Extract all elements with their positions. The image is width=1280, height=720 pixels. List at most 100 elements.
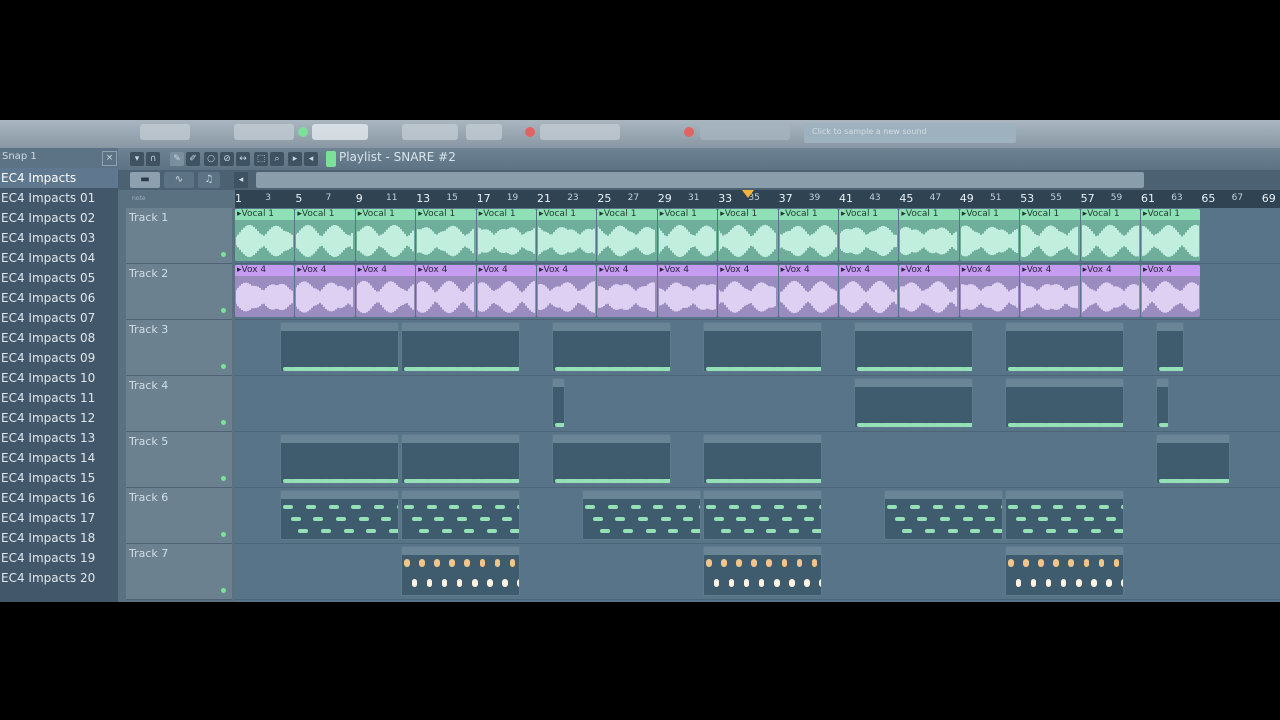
browser-item[interactable]: EC4 Impacts 12 (0, 408, 118, 428)
audio-clip[interactable]: ▸Vocal 1 (657, 209, 718, 261)
pattern-clip[interactable] (401, 434, 520, 484)
track-header[interactable]: Track 2 (126, 264, 232, 320)
audio-clip[interactable]: ▸Vox 4 (657, 265, 718, 317)
audio-clip[interactable]: ▸Vocal 1 (1141, 209, 1201, 261)
pattern-mode-button[interactable]: ▬ (130, 172, 160, 188)
pattern-clip[interactable] (1156, 434, 1230, 484)
audio-clip[interactable]: ▸Vox 4 (537, 265, 597, 317)
browser-item[interactable]: EC4 Impacts 18 (0, 528, 118, 548)
magnet-icon[interactable]: ∩ (146, 152, 160, 166)
track-row[interactable]: ▸Vocal 1 ▸Vocal 1 ▸Vocal 1 ▸Vocal 1 ▸Vocal 1… (235, 208, 1280, 264)
transport-panel[interactable] (234, 124, 294, 140)
song-mode-button[interactable] (466, 124, 502, 140)
pattern-clip[interactable] (401, 322, 520, 372)
browser-item[interactable]: EC4 Impacts 07 (0, 308, 118, 328)
audio-clip[interactable]: ▸Vocal 1 (959, 209, 1020, 261)
pattern-clip[interactable] (884, 490, 1004, 540)
pattern-clip[interactable] (582, 490, 702, 540)
pencil-icon[interactable]: ✎ (170, 152, 184, 166)
pattern-clip[interactable] (703, 546, 822, 596)
track-active-icon[interactable] (221, 308, 226, 313)
track-header[interactable]: Track 7 (126, 544, 232, 600)
speaker-icon[interactable]: ◂ (304, 152, 318, 166)
track-header[interactable]: Track 1 (126, 208, 232, 264)
track-header[interactable]: Track 3 (126, 320, 232, 376)
audio-clip[interactable]: ▸Vocal 1 (537, 209, 597, 261)
playhead-marker-icon[interactable] (742, 190, 755, 198)
browser-item[interactable]: EC4 Impacts 05 (0, 268, 118, 288)
browser-item[interactable]: EC4 Impacts 06 (0, 288, 118, 308)
tempo-display[interactable] (312, 124, 368, 140)
audio-clip[interactable]: ▸Vox 4 (295, 265, 355, 317)
track-row[interactable] (235, 432, 1280, 488)
track-active-icon[interactable] (221, 588, 226, 593)
select-icon[interactable]: ⬚ (254, 152, 268, 166)
audio-clip[interactable]: ▸Vocal 1 (476, 209, 536, 261)
audio-clip[interactable]: ▸Vox 4 (355, 265, 416, 317)
pattern-clip[interactable] (280, 434, 400, 484)
browser-item[interactable]: EC4 Impacts 03 (0, 228, 118, 248)
browser-item[interactable]: EC4 Impacts 20 (0, 568, 118, 588)
audio-clip[interactable]: ▸Vocal 1 (899, 209, 959, 261)
browser-item[interactable]: EC4 Impacts 15 (0, 468, 118, 488)
audio-clip[interactable]: ▸Vocal 1 (778, 209, 838, 261)
track-selector[interactable] (140, 124, 190, 140)
browser-item[interactable]: EC4 Impacts 16 (0, 488, 118, 508)
pattern-clip[interactable] (703, 322, 822, 372)
audio-mode-button[interactable]: ♫ (198, 172, 220, 188)
pattern-clip[interactable] (1156, 322, 1185, 372)
audio-clip[interactable]: ▸Vox 4 (235, 265, 295, 317)
pattern-clip[interactable] (1156, 378, 1170, 428)
browser-item[interactable]: EC4 Impacts 02 (0, 208, 118, 228)
audio-clip[interactable]: ▸Vox 4 (1020, 265, 1080, 317)
time-ruler[interactable]: 1 3 5 7 9 11 13 15 17 19 21 23 25 27 29 31 33 35 37 39 41 43 4… (235, 190, 1280, 208)
pattern-clip[interactable] (1005, 378, 1124, 428)
pattern-clip[interactable] (280, 322, 400, 372)
pattern-clip[interactable] (401, 546, 520, 596)
track-header[interactable]: Track 4 (126, 376, 232, 432)
pattern-clip[interactable] (401, 490, 520, 540)
zoom-icon[interactable]: ⌕ (270, 152, 284, 166)
horizontal-scrollbar[interactable] (256, 172, 1144, 188)
track-header[interactable]: Track 6 (126, 488, 232, 544)
audio-clip[interactable]: ▸Vocal 1 (1020, 209, 1080, 261)
pattern-clip[interactable] (854, 378, 973, 428)
snap-selector[interactable]: Snap 1 × (0, 148, 118, 168)
pattern-clip[interactable] (552, 322, 671, 372)
audio-clip[interactable]: ▸Vocal 1 (839, 209, 899, 261)
audio-clip[interactable]: ▸Vox 4 (778, 265, 838, 317)
pattern-clip[interactable] (1005, 322, 1124, 372)
track-active-icon[interactable] (221, 252, 226, 257)
track-row[interactable] (235, 320, 1280, 376)
browser-item[interactable]: EC4 Impacts 13 (0, 428, 118, 448)
audio-clip[interactable]: ▸Vox 4 (959, 265, 1020, 317)
track-active-icon[interactable] (221, 420, 226, 425)
audio-clip[interactable]: ▸Vox 4 (597, 265, 657, 317)
playback-icon[interactable]: ▸ (288, 152, 302, 166)
close-icon[interactable]: × (102, 151, 117, 166)
audio-clip[interactable]: ▸Vocal 1 (416, 209, 476, 261)
automation-mode-button[interactable]: ∿ (164, 172, 194, 188)
audio-clip[interactable]: ▸Vocal 1 (355, 209, 416, 261)
pattern-clip[interactable] (1005, 546, 1124, 596)
brush-icon[interactable]: ✐ (186, 152, 200, 166)
audio-clip[interactable]: ▸Vox 4 (1080, 265, 1140, 317)
audio-clip[interactable]: ▸Vox 4 (416, 265, 476, 317)
track-row[interactable] (235, 544, 1280, 600)
audio-clip[interactable]: ▸Vox 4 (718, 265, 778, 317)
browser-item[interactable]: EC4 Impacts 17 (0, 508, 118, 528)
browser-item[interactable]: EC4 Impacts 11 (0, 388, 118, 408)
audio-clip[interactable]: ▸Vocal 1 (235, 209, 295, 261)
browser-item[interactable]: EC4 Impacts 04 (0, 248, 118, 268)
audio-clip[interactable]: ▸Vox 4 (1141, 265, 1201, 317)
browser-item[interactable]: EC4 Impacts 09 (0, 348, 118, 368)
audio-clip[interactable]: ▸Vocal 1 (1080, 209, 1140, 261)
pattern-clip[interactable] (552, 434, 671, 484)
browser-item[interactable]: EC4 Impacts 08 (0, 328, 118, 348)
browser-item[interactable]: EC4 Impacts 19 (0, 548, 118, 568)
scroll-left-icon[interactable]: ◂ (234, 172, 248, 188)
pattern-clip[interactable] (1005, 490, 1124, 540)
slip-icon[interactable]: ↔ (236, 152, 250, 166)
browser-item[interactable]: EC4 Impacts 01 (0, 188, 118, 208)
browser-item[interactable]: EC4 Impacts 14 (0, 448, 118, 468)
